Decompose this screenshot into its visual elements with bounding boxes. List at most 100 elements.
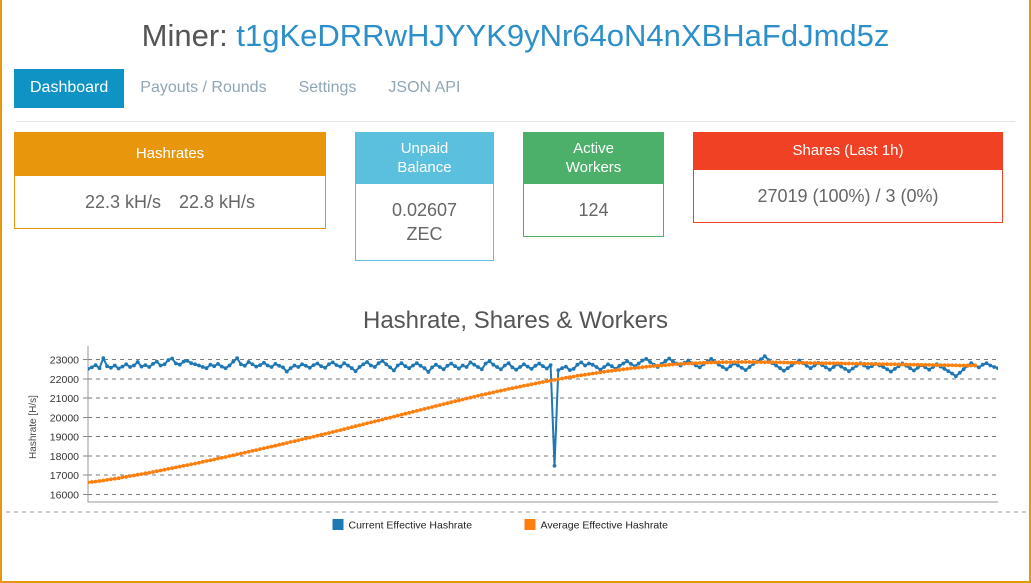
chart-data-point xyxy=(896,362,901,367)
hashrate-average-value: 22.8 kH/s xyxy=(179,191,256,212)
chart-data-point xyxy=(632,365,637,370)
chart-data-point xyxy=(770,360,775,364)
chart-data-point xyxy=(732,359,737,364)
chart-data-point xyxy=(154,469,159,473)
chart-data-point xyxy=(235,356,240,360)
chart-data-point xyxy=(617,363,622,368)
chart-data-point xyxy=(93,479,98,484)
chart-data-point xyxy=(346,426,350,430)
chart-data-point xyxy=(338,364,343,369)
chart-data-point xyxy=(479,392,484,397)
chart-data-point xyxy=(950,363,954,367)
chart-data-point xyxy=(839,361,844,366)
card-unpaid-balance-title-line2: Balance xyxy=(397,158,452,176)
chart-data-point xyxy=(919,362,924,367)
chart-data-point xyxy=(544,379,549,383)
tab-dashboard[interactable]: Dashboard xyxy=(14,68,125,108)
chart-data-point xyxy=(590,362,595,367)
card-shares-body: 27019 (100%) / 3 (0%) xyxy=(693,169,1003,223)
chart-data-point xyxy=(544,366,549,371)
chart-data-point xyxy=(250,448,255,453)
chart-data-point xyxy=(869,361,874,366)
chart-data-point xyxy=(208,458,213,462)
chart-data-point xyxy=(927,362,932,367)
chart-data-point xyxy=(330,429,335,434)
chart-data-point xyxy=(158,363,163,368)
chart-data-point xyxy=(212,364,217,368)
chart-data-point xyxy=(904,362,909,367)
miner-address[interactable]: t1gKeDRRwHJYYK9yNr64oN4nXBHaFdJmd5z xyxy=(236,18,889,53)
chart-data-point xyxy=(912,368,916,373)
tab-settings[interactable]: Settings xyxy=(283,69,373,108)
chart-data-point xyxy=(782,360,786,365)
chart-data-point xyxy=(594,364,599,369)
chart-data-point xyxy=(938,362,943,367)
chart-data-point xyxy=(399,361,404,365)
chart-data-point xyxy=(392,414,396,419)
chart-data-point xyxy=(380,358,385,363)
chart-data-point xyxy=(124,362,129,366)
chart-data-point xyxy=(349,425,354,429)
tab-json-api[interactable]: JSON API xyxy=(372,69,476,108)
chart-data-point xyxy=(197,363,201,368)
chart-data-point xyxy=(525,364,530,369)
chart-data-point xyxy=(468,395,473,400)
chart-data-point xyxy=(135,359,140,364)
chart-data-point xyxy=(231,453,236,457)
chart-data-point xyxy=(139,364,144,369)
chart-data-point xyxy=(957,363,962,368)
chart-y-tick-label: 16000 xyxy=(50,489,79,501)
chart-data-point xyxy=(724,367,729,371)
chart-data-point xyxy=(847,361,851,366)
chart-title: Hashrate, Shares & Workers xyxy=(362,306,668,334)
chart-data-point xyxy=(755,359,759,364)
chart-data-point xyxy=(759,359,763,364)
chart-data-point xyxy=(437,364,442,369)
chart-data-point xyxy=(349,366,354,370)
chart-data-point xyxy=(609,364,614,368)
chart-data-point xyxy=(529,366,534,371)
chart-legend-label[interactable]: Average Effective Hashrate xyxy=(541,519,669,531)
chart-data-point xyxy=(457,366,461,371)
chart-data-point xyxy=(223,454,228,459)
chart-legend-swatch[interactable] xyxy=(524,518,536,530)
chart-data-point xyxy=(403,364,408,368)
chart-data-point xyxy=(594,370,599,375)
chart-data-point xyxy=(743,367,748,372)
card-active-workers-body: 124 xyxy=(523,183,664,237)
chart-data-point xyxy=(866,365,870,370)
chart-data-point xyxy=(170,356,175,361)
chart-data-point xyxy=(246,449,251,454)
chart-data-point xyxy=(499,388,503,393)
chart-data-point xyxy=(235,452,240,456)
chart-data-point xyxy=(629,361,633,366)
card-active-workers-title-line1: Active xyxy=(573,139,614,157)
chart-data-point xyxy=(468,360,473,365)
chart-data-point xyxy=(185,358,190,363)
chart-data-point xyxy=(147,470,152,475)
chart-data-point xyxy=(552,463,557,468)
chart-data-point xyxy=(307,365,312,370)
chart-data-point xyxy=(323,431,327,436)
chart-legend-label[interactable]: Current Effective Hashrate xyxy=(349,519,473,531)
chart-data-point xyxy=(388,365,392,370)
chart-data-point xyxy=(552,377,557,382)
chart-data-point xyxy=(177,464,182,469)
chart-data-point xyxy=(602,369,607,374)
chart-legend-swatch[interactable] xyxy=(332,518,344,530)
chart-data-point xyxy=(674,361,679,366)
chart-data-point xyxy=(457,398,461,403)
chart-data-point xyxy=(537,380,542,385)
chart-data-point xyxy=(728,359,733,364)
chart-data-point xyxy=(204,366,209,370)
chart-data-point xyxy=(476,393,480,398)
chart-series-line xyxy=(88,354,998,467)
chart-data-point xyxy=(399,412,404,417)
chart-data-point xyxy=(219,455,224,460)
tab-payouts-rounds[interactable]: Payouts / Rounds xyxy=(124,69,282,108)
chart-data-point xyxy=(300,437,304,441)
chart-data-point xyxy=(808,366,813,370)
chart-data-point xyxy=(242,363,247,368)
card-active-workers-title: Active Workers xyxy=(523,131,664,184)
chart-data-point xyxy=(342,426,347,431)
